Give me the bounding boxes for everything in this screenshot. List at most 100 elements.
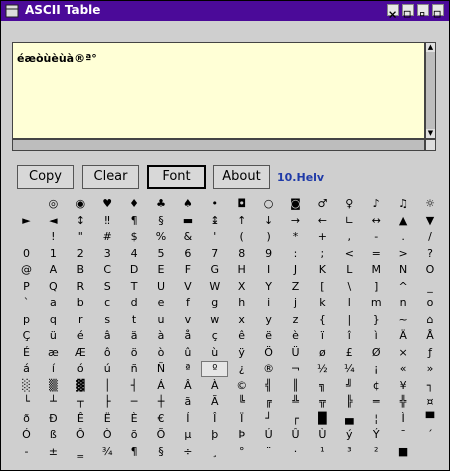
char-cell[interactable]: ~: [390, 312, 417, 328]
char-cell[interactable]: ┤: [121, 378, 148, 394]
char-cell[interactable]: |: [336, 312, 363, 328]
char-cell[interactable]: È: [121, 411, 148, 427]
char-cell[interactable]: ▒: [40, 378, 67, 394]
char-cell[interactable]: ┘: [255, 411, 282, 427]
char-cell[interactable]: ^: [390, 279, 417, 295]
char-cell[interactable]: å: [174, 328, 201, 344]
char-cell[interactable]: ¦: [363, 411, 390, 427]
char-cell[interactable]: (: [228, 229, 255, 245]
char-cell[interactable]: ▬: [174, 213, 201, 229]
about-button[interactable]: About: [213, 165, 270, 189]
char-cell[interactable]: q: [40, 312, 67, 328]
char-cell[interactable]: ▄: [336, 411, 363, 427]
char-cell[interactable]: ↓: [255, 213, 282, 229]
char-cell[interactable]: x: [228, 312, 255, 328]
char-cell[interactable]: D: [121, 262, 148, 278]
char-cell[interactable]: z: [282, 312, 309, 328]
char-cell[interactable]: û: [174, 345, 201, 361]
char-cell[interactable]: r: [67, 312, 94, 328]
char-cell[interactable]: %: [148, 229, 175, 245]
char-cell[interactable]: b: [67, 295, 94, 311]
char-cell[interactable]: i: [255, 295, 282, 311]
char-cell[interactable]: 0: [13, 246, 40, 262]
char-cell[interactable]: Ð: [40, 411, 67, 427]
char-cell[interactable]: 9: [255, 246, 282, 262]
char-cell[interactable]: █: [309, 411, 336, 427]
char-cell[interactable]: ∟: [336, 213, 363, 229]
char-cell[interactable]: K: [309, 262, 336, 278]
char-cell[interactable]: U: [148, 279, 175, 295]
char-cell[interactable]: ⌂: [417, 312, 444, 328]
char-cell[interactable]: ◘: [228, 196, 255, 212]
char-cell[interactable]: S: [94, 279, 121, 295]
char-cell[interactable]: ì: [363, 328, 390, 344]
char-cell[interactable]: J: [282, 262, 309, 278]
char-cell[interactable]: ç: [201, 328, 228, 344]
char-cell[interactable]: þ: [201, 427, 228, 443]
char-cell[interactable]: }: [363, 312, 390, 328]
char-cell[interactable]: £: [336, 345, 363, 361]
char-cell[interactable]: ‗: [67, 444, 94, 460]
char-cell[interactable]: â: [94, 328, 121, 344]
char-cell[interactable]: ð: [13, 411, 40, 427]
char-cell[interactable]: L: [336, 262, 363, 278]
char-cell[interactable]: ╦: [309, 394, 336, 410]
char-cell[interactable]: ♫: [390, 196, 417, 212]
char-cell[interactable]: Y: [255, 279, 282, 295]
char-cell[interactable]: l: [336, 295, 363, 311]
char-cell[interactable]: +: [309, 229, 336, 245]
char-cell[interactable]: ▓: [67, 378, 94, 394]
char-cell[interactable]: X: [228, 279, 255, 295]
char-cell[interactable]: 7: [201, 246, 228, 262]
char-cell[interactable]: ÿ: [228, 345, 255, 361]
char-cell[interactable]: ▼: [417, 213, 444, 229]
char-cell[interactable]: ë: [255, 328, 282, 344]
char-cell[interactable]: Ö: [255, 345, 282, 361]
char-cell[interactable]: Â: [174, 378, 201, 394]
char-cell[interactable]: [417, 444, 444, 460]
char-cell[interactable]: Ú: [255, 427, 282, 443]
char-cell[interactable]: ®: [255, 361, 282, 377]
char-cell[interactable]: W: [201, 279, 228, 295]
char-cell[interactable]: ╬: [390, 394, 417, 410]
char-cell[interactable]: ♀: [336, 196, 363, 212]
char-cell[interactable]: <: [336, 246, 363, 262]
char-cell[interactable]: Õ: [148, 427, 175, 443]
char-cell[interactable]: ¤: [417, 394, 444, 410]
char-cell[interactable]: @: [13, 262, 40, 278]
char-cell[interactable]: è: [282, 328, 309, 344]
char-cell[interactable]: ↨: [201, 213, 228, 229]
char-cell[interactable]: »: [417, 361, 444, 377]
char-cell[interactable]: #: [94, 229, 121, 245]
char-cell[interactable]: §: [148, 213, 175, 229]
char-cell[interactable]: P: [13, 279, 40, 295]
char-cell[interactable]: ó: [67, 361, 94, 377]
char-cell[interactable]: o: [417, 295, 444, 311]
char-cell[interactable]: Ã: [201, 394, 228, 410]
char-cell[interactable]: é: [67, 328, 94, 344]
char-cell[interactable]: ▀: [417, 411, 444, 427]
char-cell[interactable]: /: [417, 229, 444, 245]
char-cell[interactable]: Þ: [228, 427, 255, 443]
char-cell[interactable]: f: [174, 295, 201, 311]
character-text-area[interactable]: éæòùèùà®ª°: [12, 42, 425, 139]
char-cell[interactable]: ú: [94, 361, 121, 377]
scroll-down-icon[interactable]: ▼: [426, 129, 435, 138]
char-cell[interactable]: T: [121, 279, 148, 295]
char-cell[interactable]: ã: [174, 394, 201, 410]
char-cell[interactable]: à: [148, 328, 175, 344]
char-cell[interactable]: ü: [40, 328, 67, 344]
char-cell[interactable]: ¿: [228, 361, 255, 377]
char-cell[interactable]: ¯: [390, 427, 417, 443]
char-cell[interactable]: ☼: [417, 196, 444, 212]
char-cell[interactable]: *: [282, 229, 309, 245]
char-cell[interactable]: :: [282, 246, 309, 262]
char-cell[interactable]: g: [201, 295, 228, 311]
char-cell[interactable]: Á: [148, 378, 175, 394]
char-cell[interactable]: Ñ: [148, 361, 175, 377]
char-cell[interactable]: !: [40, 229, 67, 245]
char-cell[interactable]: 1: [40, 246, 67, 262]
char-cell[interactable]: •: [201, 196, 228, 212]
char-cell[interactable]: ': [201, 229, 228, 245]
char-cell[interactable]: ¹: [309, 444, 336, 460]
